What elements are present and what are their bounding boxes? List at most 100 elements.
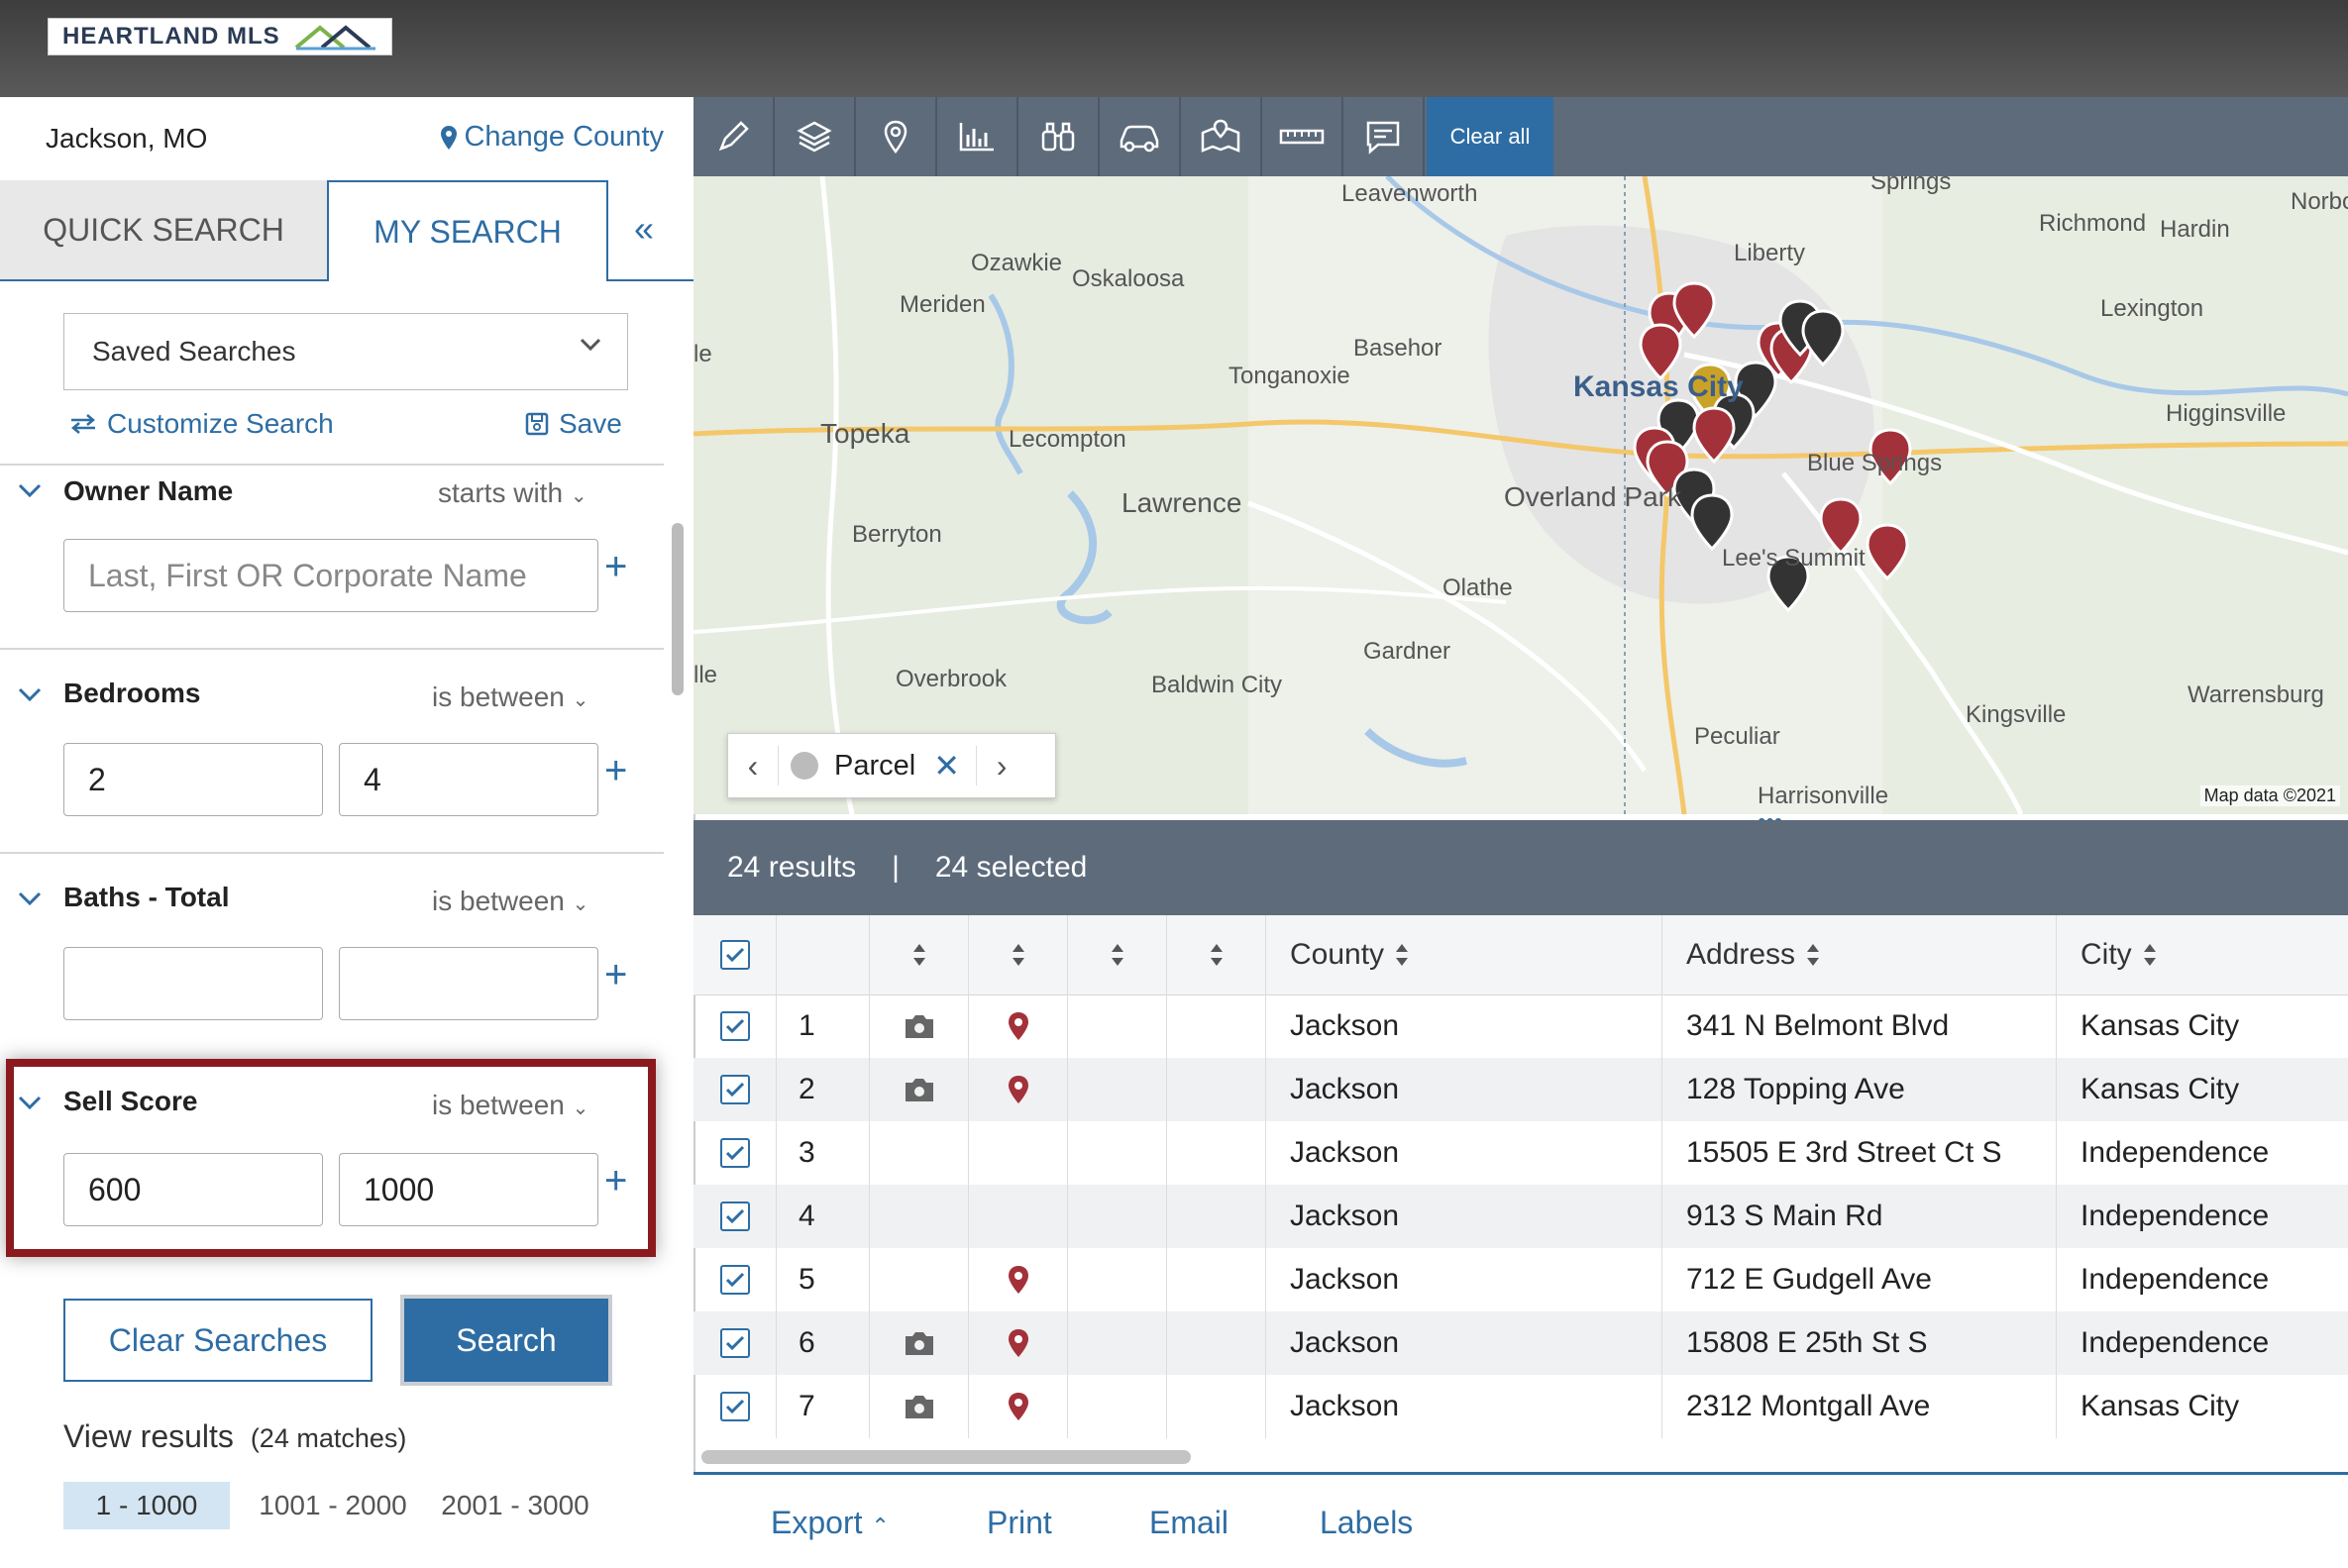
map-pin-icon xyxy=(884,120,907,155)
baths-operator[interactable]: is between ⌄ xyxy=(432,886,588,917)
county-cell: Jackson xyxy=(1266,994,1662,1058)
row-checkbox[interactable] xyxy=(719,1265,750,1295)
address-cell[interactable]: 712 E Gudgell Ave xyxy=(1662,1248,2057,1311)
address-column-header[interactable]: Address xyxy=(1662,915,2057,994)
search-button[interactable]: Search xyxy=(404,1299,608,1382)
customize-search-link[interactable]: Customize Search xyxy=(69,408,334,440)
layer-next-button[interactable]: › xyxy=(977,748,1026,784)
table-row[interactable]: 6 Jackson 15808 E 25th St S Independence xyxy=(694,1311,2348,1375)
photo-sort-header[interactable] xyxy=(870,915,969,994)
row-checkbox[interactable] xyxy=(719,1138,750,1168)
layers-tool-button[interactable] xyxy=(775,97,856,176)
bedrooms-operator[interactable]: is between ⌄ xyxy=(432,681,588,713)
photo-cell[interactable] xyxy=(870,994,969,1058)
remove-layer-icon[interactable]: ✕ xyxy=(933,747,960,784)
draw-tool-button[interactable] xyxy=(694,97,775,176)
table-row[interactable]: 5 Jackson 712 E Gudgell Ave Independence xyxy=(694,1248,2348,1311)
map-pin-cell[interactable] xyxy=(969,994,1068,1058)
chart-tool-button[interactable] xyxy=(937,97,1018,176)
camera-icon xyxy=(905,1015,933,1038)
map-area-tool-button[interactable] xyxy=(1181,97,1262,176)
add-criteria-icon[interactable]: + xyxy=(604,953,627,997)
table-row[interactable]: 4 Jackson 913 S Main Rd Independence xyxy=(694,1185,2348,1248)
export-button[interactable]: Export ⌃ xyxy=(771,1505,890,1541)
photo-cell[interactable] xyxy=(870,1375,969,1438)
map-pin-cell[interactable] xyxy=(969,1058,1068,1121)
comment-tool-button[interactable] xyxy=(1343,97,1425,176)
map-pin-cell[interactable] xyxy=(969,1311,1068,1375)
photo-cell[interactable] xyxy=(870,1058,969,1121)
map-pin-cell[interactable] xyxy=(969,1248,1068,1311)
row-checkbox[interactable] xyxy=(719,1202,750,1231)
saved-searches-select[interactable]: Saved Searches xyxy=(63,313,628,390)
map-sort-header[interactable] xyxy=(969,915,1068,994)
photo-cell[interactable] xyxy=(870,1311,969,1375)
row-checkbox[interactable] xyxy=(719,1392,750,1421)
tab-quick-search[interactable]: QUICK SEARCH xyxy=(0,180,328,279)
table-row[interactable]: 7 Jackson 2312 Montgall Ave Kansas City xyxy=(694,1375,2348,1438)
row-checkbox[interactable] xyxy=(719,1011,750,1041)
chevron-down-icon[interactable] xyxy=(18,891,42,907)
checkmark-icon xyxy=(725,1272,744,1288)
address-cell[interactable]: 128 Topping Ave xyxy=(1662,1058,2057,1121)
table-horizontal-scrollbar[interactable] xyxy=(701,1450,1191,1464)
address-cell[interactable]: 15505 E 3rd Street Ct S xyxy=(1662,1121,2057,1185)
pencil-icon xyxy=(718,121,749,152)
add-criteria-icon[interactable]: + xyxy=(604,749,627,793)
save-search-button[interactable]: Save xyxy=(525,408,622,440)
address-cell[interactable]: 341 N Belmont Blvd xyxy=(1662,994,2057,1058)
panel-scrollbar[interactable] xyxy=(672,523,684,695)
collapse-panel-button[interactable]: « xyxy=(634,208,654,250)
clear-searches-button[interactable]: Clear Searches xyxy=(63,1299,373,1382)
tab-my-search[interactable]: MY SEARCH xyxy=(327,180,608,281)
chevron-down-icon[interactable] xyxy=(18,483,42,499)
table-row[interactable]: 3 Jackson 15505 E 3rd Street Ct S Independe… xyxy=(694,1121,2348,1185)
row-select-cell xyxy=(694,1311,777,1375)
row-checkbox[interactable] xyxy=(719,1075,750,1104)
change-county-link[interactable]: Change County xyxy=(440,121,664,154)
measure-tool-button[interactable] xyxy=(1262,97,1343,176)
print-button[interactable]: Print xyxy=(987,1505,1052,1541)
bedrooms-min-input[interactable]: 2 xyxy=(63,743,323,816)
bedrooms-max-input[interactable]: 4 xyxy=(339,743,598,816)
email-button[interactable]: Email xyxy=(1149,1505,1228,1541)
owner-name-operator[interactable]: starts with ⌄ xyxy=(438,477,587,509)
baths-total-label: Baths - Total xyxy=(63,882,230,912)
heartland-mls-logo[interactable]: HEARTLAND MLS xyxy=(48,18,392,55)
clear-all-button[interactable]: Clear all xyxy=(1427,97,1553,176)
labels-button[interactable]: Labels xyxy=(1320,1505,1413,1541)
baths-max-input[interactable] xyxy=(339,947,598,1020)
sort-header[interactable] xyxy=(1167,915,1266,994)
drive-time-tool-button[interactable] xyxy=(1100,97,1181,176)
owner-name-input[interactable]: Last, First OR Corporate Name xyxy=(63,539,598,612)
city-column-header[interactable]: City xyxy=(2057,915,2348,994)
address-cell[interactable]: 913 S Main Rd xyxy=(1662,1185,2057,1248)
row-checkbox[interactable] xyxy=(719,1328,750,1358)
chevron-down-icon[interactable] xyxy=(18,687,42,703)
baths-min-input[interactable] xyxy=(63,947,323,1020)
sort-header[interactable] xyxy=(1068,915,1167,994)
add-criteria-icon[interactable]: + xyxy=(604,545,627,589)
binoculars-tool-button[interactable] xyxy=(1018,97,1100,176)
page-range-2[interactable]: 1001 - 2000 xyxy=(254,1482,412,1529)
empty-cell xyxy=(1167,1311,1266,1375)
layer-prev-button[interactable]: ‹ xyxy=(728,748,778,784)
sell-score-highlight-frame xyxy=(6,1059,656,1257)
select-all-checkbox[interactable] xyxy=(719,940,750,970)
pin-tool-button[interactable] xyxy=(856,97,937,176)
address-cell[interactable]: 2312 Montgall Ave xyxy=(1662,1375,2057,1438)
map-label-lecompton: Lecompton xyxy=(1009,426,1126,453)
table-row[interactable]: 1 Jackson 341 N Belmont Blvd Kansas City xyxy=(694,994,2348,1058)
map-label-meriden: Meriden xyxy=(900,291,986,318)
page-range-1[interactable]: 1 - 1000 xyxy=(63,1482,230,1529)
map-label-hardin: Hardin xyxy=(2160,216,2230,243)
table-row[interactable]: 2 Jackson 128 Topping Ave Kansas City xyxy=(694,1058,2348,1121)
matches-count: (24 matches) xyxy=(250,1423,407,1453)
page-range-3[interactable]: 2001 - 3000 xyxy=(436,1482,594,1529)
map-view[interactable]: Leavenworth Springs Norborn Richmond Har… xyxy=(694,176,2348,814)
map-pin-cell[interactable] xyxy=(969,1375,1068,1438)
parcel-layer-label: Parcel xyxy=(834,749,916,782)
city-cell: Kansas City xyxy=(2081,1009,2240,1042)
county-column-header[interactable]: County xyxy=(1266,915,1662,994)
address-cell[interactable]: 15808 E 25th St S xyxy=(1662,1311,2057,1375)
